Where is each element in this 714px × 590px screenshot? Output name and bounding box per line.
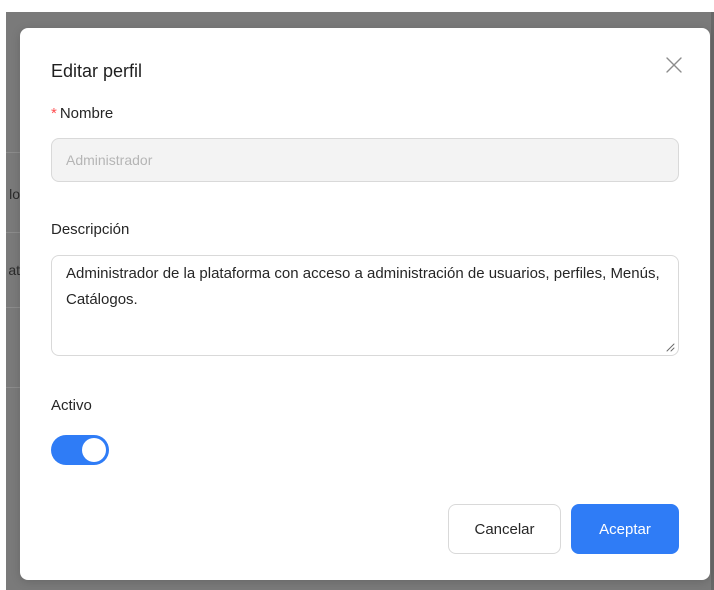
cancel-button[interactable]: Cancelar — [448, 504, 561, 554]
background-cell-text: lo — [9, 186, 20, 202]
toggle-knob — [82, 438, 106, 462]
accept-button[interactable]: Aceptar — [571, 504, 679, 554]
resize-handle-icon[interactable] — [665, 342, 675, 352]
description-label: Descripción — [51, 221, 130, 238]
description-textarea[interactable]: Administrador de la plataforma con acces… — [51, 255, 679, 356]
name-input[interactable]: Administrador — [51, 138, 679, 182]
background-cell-text: at — [8, 262, 20, 278]
description-text: Administrador de la plataforma con acces… — [66, 265, 660, 308]
close-button[interactable] — [664, 55, 684, 75]
name-label: * Nombre — [51, 105, 113, 122]
active-toggle[interactable] — [51, 435, 109, 465]
edit-profile-dialog: Editar perfil * Nombre Administrador Desc… — [20, 28, 710, 580]
close-icon — [666, 57, 682, 73]
required-mark: * — [51, 105, 57, 122]
active-label: Activo — [51, 397, 92, 414]
dialog-title: Editar perfil — [51, 61, 143, 81]
name-label-text: Nombre — [59, 105, 114, 122]
